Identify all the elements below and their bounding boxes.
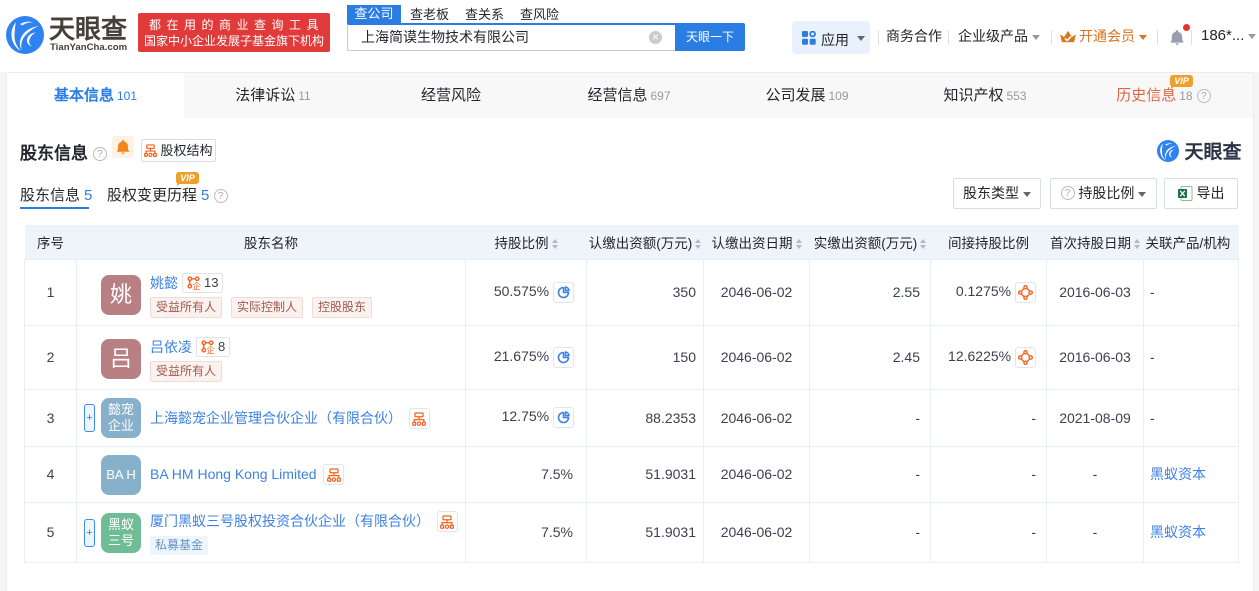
svg-text:企: 企 <box>206 345 215 354</box>
svg-text:企: 企 <box>192 281 201 290</box>
